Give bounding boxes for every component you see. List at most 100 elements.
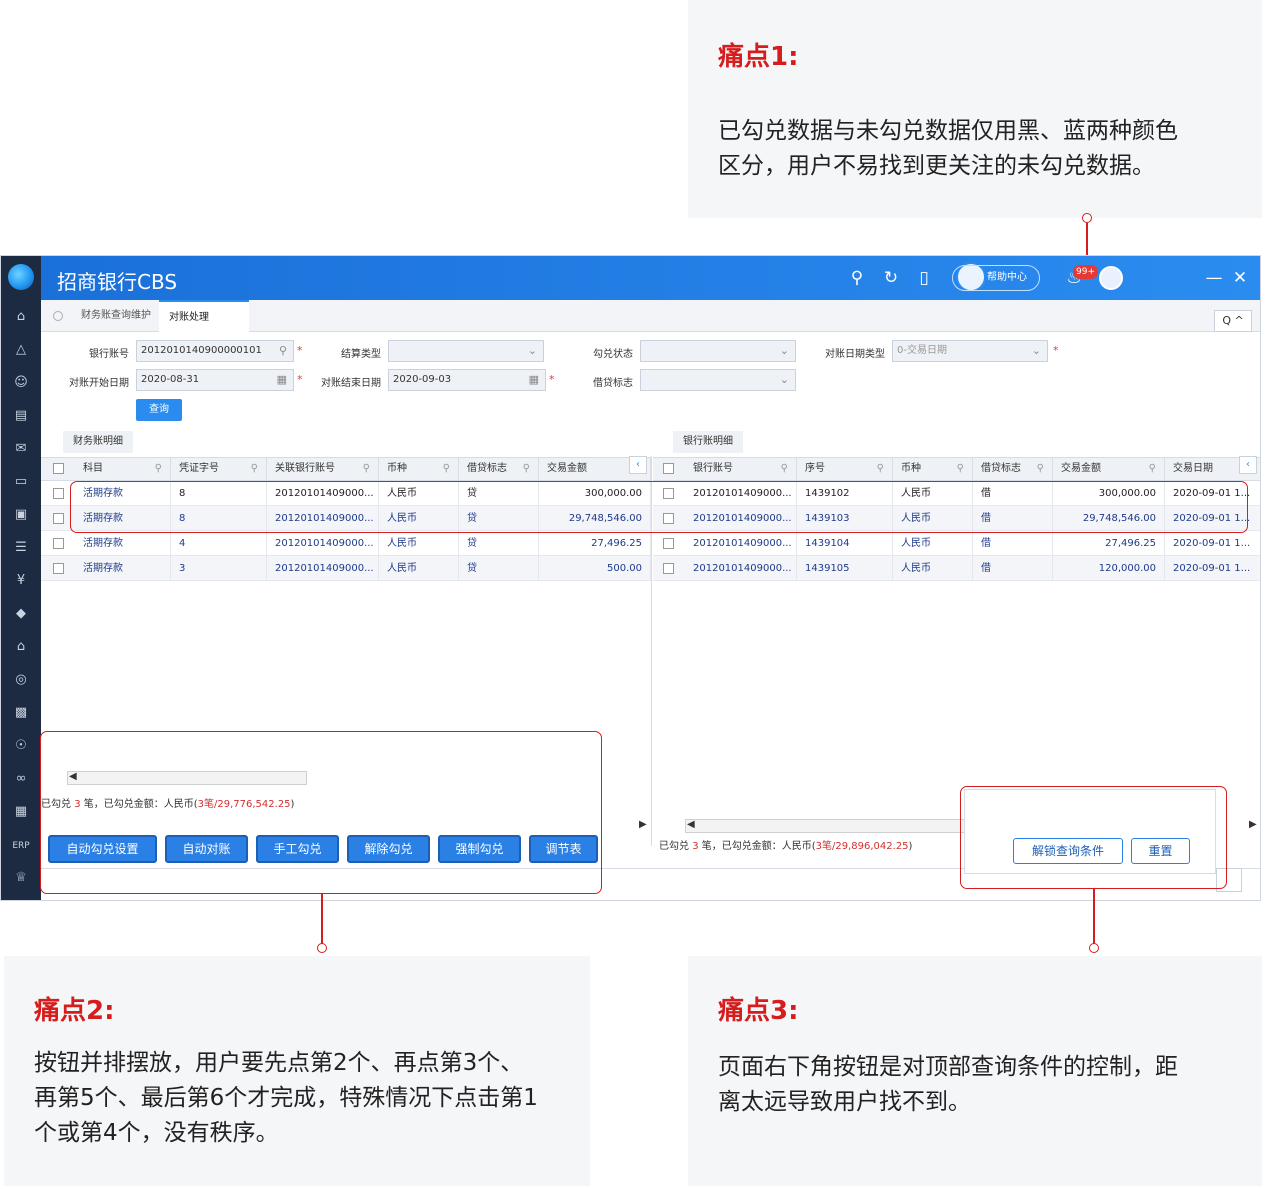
- highlight-actions-box: [40, 731, 602, 894]
- card-icon[interactable]: ▭: [11, 472, 31, 492]
- globe-icon[interactable]: ☉: [11, 736, 31, 756]
- currency-icon[interactable]: ¥: [11, 571, 31, 591]
- org-icon[interactable]: △: [11, 340, 31, 360]
- check-status-select[interactable]: ⌄: [640, 340, 796, 362]
- sidebar-item-erp[interactable]: ERP: [7, 836, 35, 856]
- search-icon[interactable]: ⚲: [155, 458, 162, 480]
- col-currency[interactable]: 币种 ⚲: [379, 458, 459, 480]
- search-icon[interactable]: ⚲: [846, 267, 868, 289]
- cell-dc-flag: 借: [973, 531, 1053, 556]
- mobile-icon[interactable]: ▯: [913, 267, 935, 289]
- refresh-icon[interactable]: ↻: [880, 267, 902, 289]
- bank-summary: 已勾兑 3 笔，已勾兑金额：人民币(3笔/29,896,042.25): [659, 841, 913, 852]
- calendar-icon[interactable]: ▦: [529, 370, 539, 390]
- cell-bank-account: 20120101409000...: [685, 556, 797, 581]
- home-icon[interactable]: ⌂: [11, 307, 31, 327]
- search-icon[interactable]: ⚲: [251, 458, 258, 480]
- col-voucher[interactable]: 凭证字号 ⚲: [171, 458, 267, 480]
- required-mark: *: [297, 344, 303, 357]
- scroll-right-icon[interactable]: ▶: [1249, 819, 1257, 830]
- row-checkbox[interactable]: [663, 563, 674, 574]
- end-date-label: 对账结束日期: [321, 378, 381, 389]
- col-bank-account[interactable]: 银行账号 ⚲: [685, 458, 797, 480]
- select-all-checkbox[interactable]: [663, 463, 674, 474]
- search-icon[interactable]: ⚲: [957, 458, 964, 480]
- table-row[interactable]: 活期存款 3 20120101409000... 人民币 贷 500.00: [41, 556, 651, 581]
- check-status-label: 勾兑状态: [593, 349, 633, 360]
- settle-type-select[interactable]: ⌄: [388, 340, 544, 362]
- close-icon[interactable]: ✕: [1229, 267, 1251, 289]
- col-subject[interactable]: 科目 ⚲: [75, 458, 171, 480]
- col-dc-flag[interactable]: 借贷标志 ⚲: [973, 458, 1053, 480]
- col-currency[interactable]: 币种 ⚲: [893, 458, 973, 480]
- chevron-down-icon: ⌄: [1031, 344, 1041, 357]
- end-date-field[interactable]: 2020-09-03 ▦: [388, 369, 546, 391]
- search-icon[interactable]: ⚲: [523, 458, 530, 480]
- col-amount[interactable]: 交易金额⚲: [1053, 458, 1165, 480]
- bank-table-header: 银行账号⚲ 序号⚲ 币种⚲ 借贷标志⚲ 交易金额⚲ 交易日期⚲: [653, 457, 1260, 481]
- row-checkbox[interactable]: [53, 563, 64, 574]
- chevron-down-icon: ⌄: [527, 344, 537, 357]
- tab-ledger-query[interactable]: 财务账查询维护: [71, 300, 161, 332]
- scroll-right-icon[interactable]: ▶: [639, 819, 647, 830]
- row-checkbox[interactable]: [53, 538, 64, 549]
- col-dc-flag[interactable]: 借贷标志 ⚲: [459, 458, 539, 480]
- search-icon[interactable]: ⚲: [363, 458, 370, 480]
- report-icon[interactable]: ☰: [11, 538, 31, 558]
- row-checkbox[interactable]: [53, 488, 64, 499]
- chevron-down-icon: ⌄: [779, 373, 789, 386]
- search-icon[interactable]: ⚲: [1149, 458, 1156, 480]
- search-icon[interactable]: ⚲: [279, 341, 287, 361]
- cell-bank-account: 20120101409000...: [267, 556, 379, 581]
- search-icon[interactable]: ⚲: [443, 458, 450, 480]
- doc-icon[interactable]: ▤: [11, 406, 31, 426]
- scroll-left-icon[interactable]: ◀: [687, 819, 695, 830]
- row-checkbox[interactable]: [663, 538, 674, 549]
- help-center-button[interactable]: 帮助中心: [952, 265, 1040, 291]
- collapse-left-icon[interactable]: ‹: [629, 456, 647, 474]
- query-button[interactable]: 查询: [136, 399, 182, 421]
- search-icon[interactable]: ⚲: [1037, 458, 1044, 480]
- chevron-down-icon: ⌄: [779, 344, 789, 357]
- col-seq[interactable]: 序号 ⚲: [797, 458, 893, 480]
- avatar[interactable]: [1099, 266, 1123, 290]
- monitor-icon[interactable]: ▣: [11, 505, 31, 525]
- crown-icon[interactable]: ♕: [11, 868, 31, 888]
- connector-line-3: [1093, 889, 1095, 944]
- share-icon[interactable]: ∞: [11, 769, 31, 789]
- select-all-checkbox[interactable]: [53, 463, 64, 474]
- target-icon[interactable]: ◎: [11, 670, 31, 690]
- top-bar: 招商银行CBS ⚲ ↻ ▯ 帮助中心 ♨ 99+ — ✕: [1, 256, 1260, 300]
- search-toggle-button[interactable]: Q ^: [1214, 310, 1252, 332]
- col-bank-account[interactable]: 关联银行账号 ⚲: [267, 458, 379, 480]
- dc-flag-select[interactable]: ⌄: [640, 369, 796, 391]
- user-icon[interactable]: ☺: [11, 373, 31, 393]
- pain-point-3-body: 页面右下角按钮是对顶部查询条件的控制，距 离太远导致用户找不到。: [718, 1054, 1178, 1115]
- bar-chart-icon[interactable]: ▩: [11, 703, 31, 723]
- message-icon[interactable]: ✉: [11, 439, 31, 459]
- cell-amount: 27,496.25: [1053, 531, 1165, 556]
- calendar-icon[interactable]: ▦: [11, 802, 31, 822]
- calendar-icon[interactable]: ▦: [277, 370, 287, 390]
- table-row[interactable]: 活期存款 4 20120101409000... 人民币 贷 27,496.25: [41, 531, 651, 556]
- collapse-right-icon[interactable]: ‹: [1239, 456, 1257, 474]
- cell-date: 2020-09-01 1...: [1165, 531, 1260, 556]
- row-checkbox[interactable]: [53, 513, 64, 524]
- pain-point-3-card: 痛点3: 页面右下角按钮是对顶部查询条件的控制，距 离太远导致用户找不到。: [688, 956, 1262, 1186]
- minimize-icon[interactable]: —: [1203, 267, 1225, 289]
- search-icon[interactable]: ⚲: [781, 458, 788, 480]
- diamond-icon[interactable]: ◆: [11, 604, 31, 624]
- horizontal-scrollbar[interactable]: [685, 819, 965, 833]
- sidebar: ⌂ △ ☺ ▤ ✉ ▭ ▣ ☰ ¥ ◆ ⌂ ◎ ▩ ☉ ∞ ▦ ERP ♕: [1, 256, 41, 900]
- table-row[interactable]: 20120101409000... 1439105 人民币 借 120,000.…: [653, 556, 1260, 581]
- search-icon[interactable]: ⚲: [877, 458, 884, 480]
- bank-account-field[interactable]: 2012010140900000101 ⚲: [136, 340, 294, 362]
- start-date-label: 对账开始日期: [69, 378, 129, 389]
- recon-date-type-select[interactable]: 0-交易日期 ⌄: [892, 340, 1048, 362]
- tab-reconciliation[interactable]: 对账处理: [159, 300, 249, 332]
- building-icon[interactable]: ⌂: [11, 637, 31, 657]
- start-date-field[interactable]: 2020-08-31 ▦: [136, 369, 294, 391]
- table-row[interactable]: 20120101409000... 1439104 人民币 借 27,496.2…: [653, 531, 1260, 556]
- pain-point-1-body: 已勾兑数据与未勾兑数据仅用黑、蓝两种颜色 区分，用户不易找到更关注的未勾兑数据。: [718, 118, 1178, 179]
- bank-panel-title: 银行账明细: [673, 431, 743, 453]
